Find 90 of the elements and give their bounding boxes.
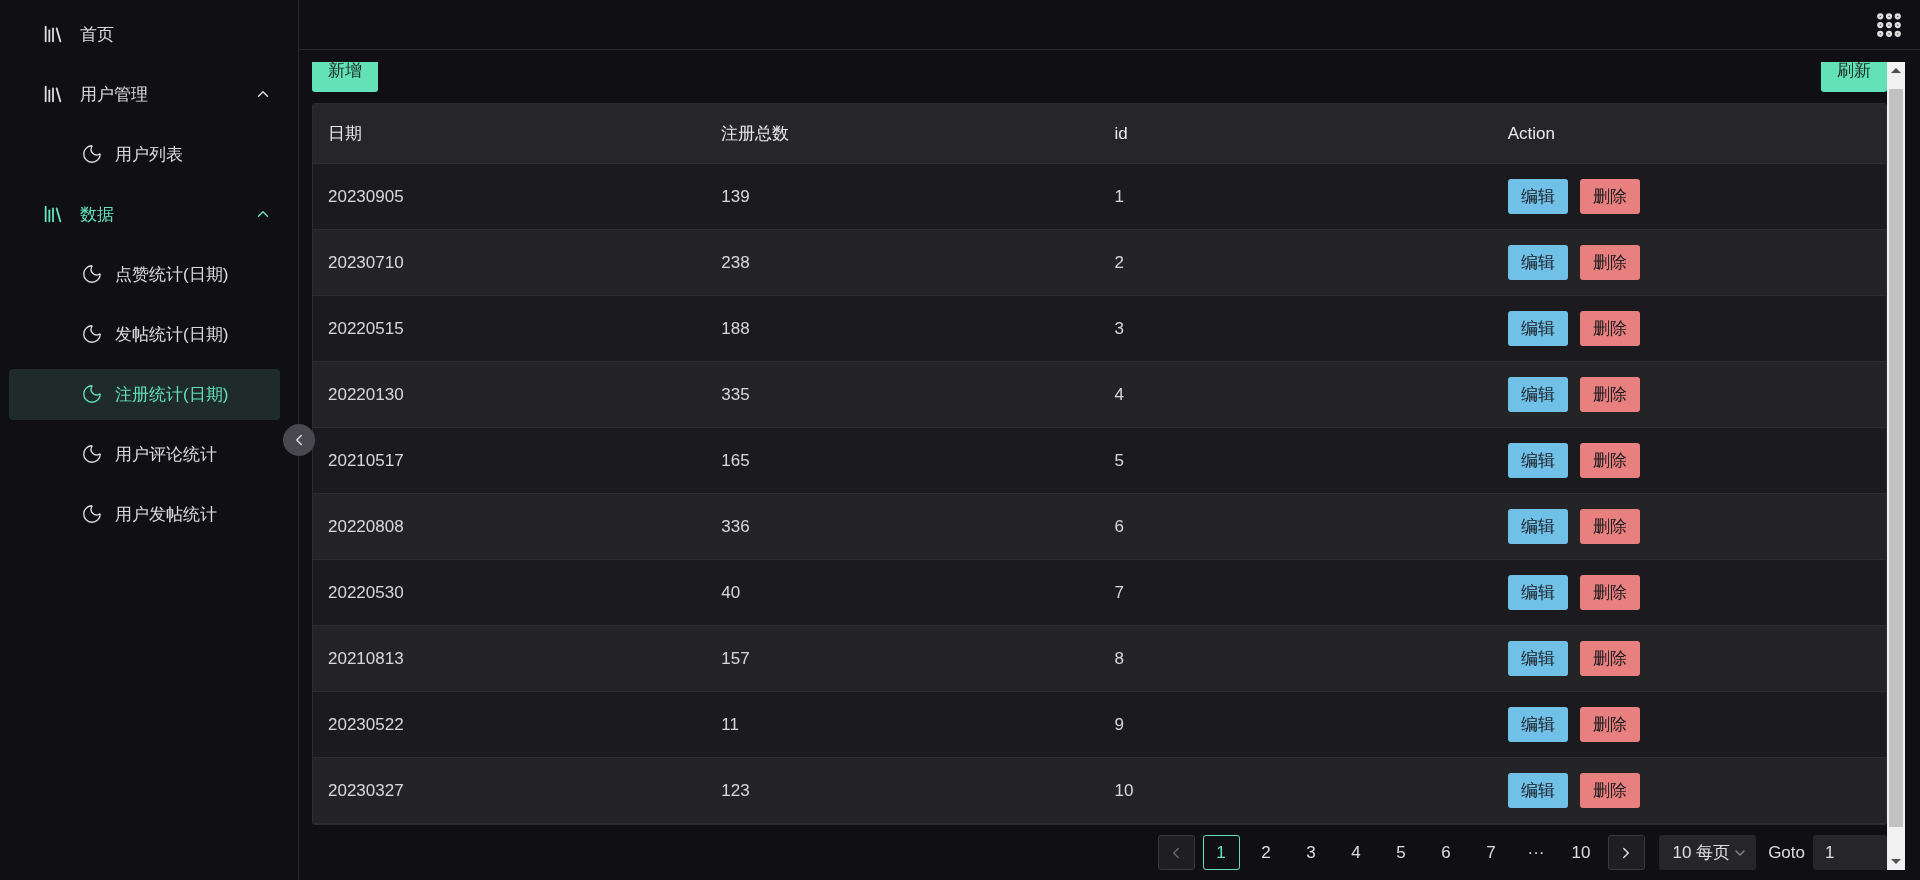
table-cell: 11 <box>721 714 739 735</box>
page-button[interactable]: 5 <box>1382 835 1420 870</box>
column-header: 日期 <box>328 123 362 145</box>
goto-input[interactable]: 1 <box>1813 835 1887 870</box>
table-cell: 3 <box>1114 318 1124 339</box>
moon-icon <box>81 323 103 345</box>
page-button[interactable]: ··· <box>1517 835 1555 870</box>
column-header: 注册总数 <box>721 123 790 145</box>
goto-label: Goto <box>1768 842 1805 863</box>
table-cell: 7 <box>1114 582 1124 603</box>
moon-icon <box>81 383 103 405</box>
edit-button[interactable]: 编辑 <box>1507 773 1568 808</box>
scrollbar[interactable] <box>1887 62 1905 870</box>
menu-item[interactable]: 数据 <box>0 184 298 244</box>
table-cell: 20230905 <box>328 186 404 207</box>
table-cell: 20220515 <box>328 318 404 339</box>
table-cell: 20210813 <box>328 648 404 669</box>
submenu-item[interactable]: 用户评论统计 <box>9 428 280 480</box>
table-cell: 20220130 <box>328 384 404 405</box>
edit-button[interactable]: 编辑 <box>1507 509 1568 544</box>
table-cell: 10 <box>1114 780 1134 801</box>
delete-button[interactable]: 删除 <box>1579 707 1640 742</box>
page-button[interactable]: 1 <box>1202 835 1240 870</box>
moon-icon <box>81 143 103 165</box>
table-cell: 1 <box>1114 186 1124 207</box>
edit-button[interactable]: 编辑 <box>1507 245 1568 280</box>
column-header: Action <box>1507 123 1555 144</box>
table-cell: 5 <box>1114 450 1124 471</box>
edit-button[interactable]: 编辑 <box>1507 641 1568 676</box>
table-cell: 6 <box>1114 516 1124 537</box>
edit-button[interactable]: 编辑 <box>1507 377 1568 412</box>
table-cell: 9 <box>1114 714 1124 735</box>
delete-button[interactable]: 删除 <box>1579 509 1640 544</box>
edit-button[interactable]: 编辑 <box>1507 443 1568 478</box>
refresh-button[interactable]: 刷新 <box>1821 62 1887 92</box>
moon-icon <box>81 443 103 465</box>
table-cell: 40 <box>721 582 741 603</box>
delete-button[interactable]: 删除 <box>1579 641 1640 676</box>
table-cell: 123 <box>721 780 750 801</box>
submenu-item[interactable]: 发帖统计(日期) <box>9 308 280 360</box>
table-cell: 238 <box>721 252 750 273</box>
books-icon <box>42 203 64 225</box>
edit-button[interactable]: 编辑 <box>1507 311 1568 346</box>
books-icon <box>42 83 64 105</box>
page-button[interactable]: 3 <box>1292 835 1330 870</box>
page-button[interactable]: 4 <box>1337 835 1375 870</box>
page-button[interactable]: 6 <box>1427 835 1465 870</box>
table-cell: 20220808 <box>328 516 404 537</box>
table-cell: 20210517 <box>328 450 404 471</box>
delete-button[interactable]: 删除 <box>1579 245 1640 280</box>
moon-icon <box>81 263 103 285</box>
submenu-item[interactable]: 注册统计(日期) <box>9 368 280 420</box>
moon-icon <box>81 503 103 525</box>
delete-button[interactable]: 删除 <box>1579 377 1640 412</box>
table-cell: 20230327 <box>328 780 404 801</box>
table-cell: 4 <box>1114 384 1124 405</box>
submenu-item[interactable]: 用户发帖统计 <box>9 488 280 540</box>
menu-item[interactable]: 首页 <box>0 4 298 64</box>
collapse-button[interactable] <box>283 424 315 456</box>
delete-button[interactable]: 删除 <box>1579 575 1640 610</box>
page-button[interactable]: 2 <box>1247 835 1285 870</box>
delete-button[interactable]: 删除 <box>1579 311 1640 346</box>
page-size-select[interactable]: 10 每页 <box>1658 835 1757 870</box>
edit-button[interactable]: 编辑 <box>1507 707 1568 742</box>
page-button[interactable]: 10 <box>1562 835 1600 870</box>
add-button[interactable]: 新增 <box>312 62 378 92</box>
table-cell: 335 <box>721 384 750 405</box>
column-header: id <box>1114 123 1128 144</box>
delete-button[interactable]: 删除 <box>1579 179 1640 214</box>
books-icon <box>42 23 64 45</box>
submenu-item[interactable]: 点赞统计(日期) <box>9 248 280 300</box>
table-cell: 20230522 <box>328 714 404 735</box>
edit-button[interactable]: 编辑 <box>1507 179 1568 214</box>
table-cell: 157 <box>721 648 750 669</box>
edit-button[interactable]: 编辑 <box>1507 575 1568 610</box>
table-cell: 336 <box>721 516 750 537</box>
submenu-item[interactable]: 用户列表 <box>9 128 280 180</box>
menu-item[interactable]: 用户管理 <box>0 64 298 124</box>
table-cell: 20220530 <box>328 582 404 603</box>
delete-button[interactable]: 删除 <box>1579 773 1640 808</box>
table-cell: 165 <box>721 450 750 471</box>
table-cell: 8 <box>1114 648 1124 669</box>
delete-button[interactable]: 删除 <box>1579 443 1640 478</box>
table-cell: 2 <box>1114 252 1124 273</box>
previous-page-button[interactable] <box>1157 835 1195 870</box>
table-cell: 188 <box>721 318 750 339</box>
table-cell: 20230710 <box>328 252 404 273</box>
next-page-button[interactable] <box>1607 835 1645 870</box>
page-button[interactable]: 7 <box>1472 835 1510 870</box>
table-cell: 139 <box>721 186 750 207</box>
